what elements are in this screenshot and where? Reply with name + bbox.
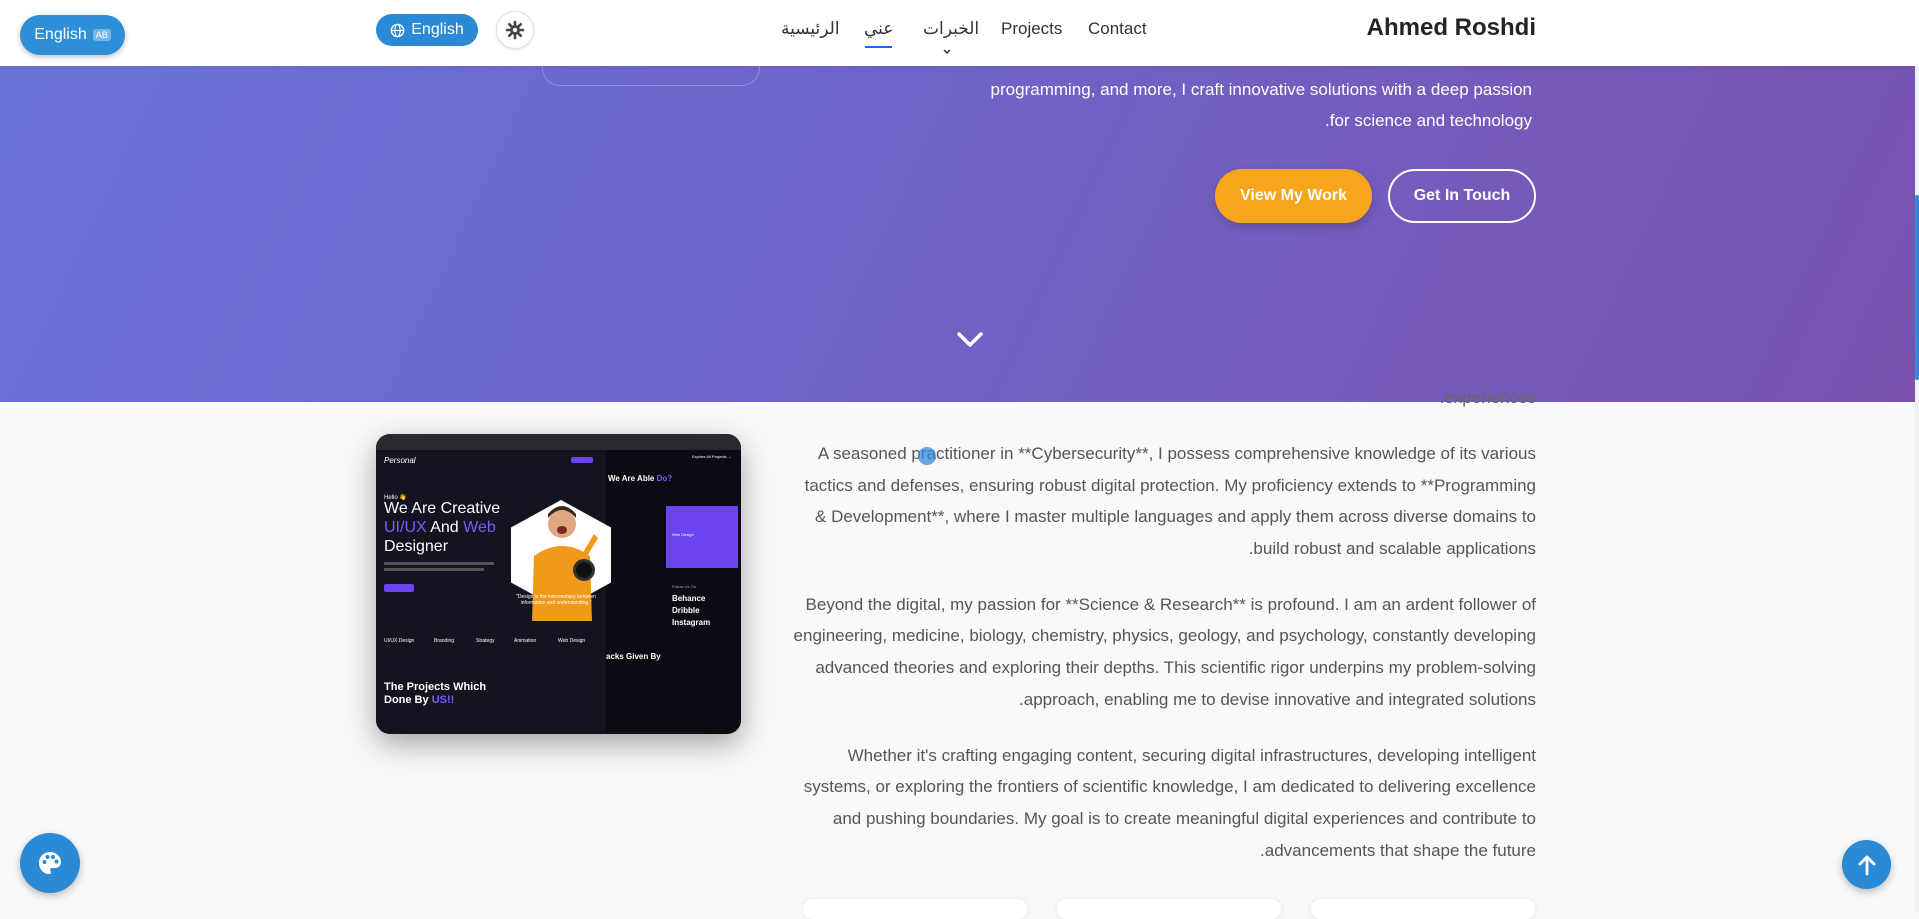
mockup-browser-bar bbox=[376, 434, 741, 450]
skill-card bbox=[1057, 899, 1281, 919]
about-paragraph-line: tactics and defenses, ensuring robust di… bbox=[804, 476, 1536, 495]
portfolio-mockup-image: Personal Hello 👋 We Are Creative UI/UX A… bbox=[376, 434, 741, 734]
view-my-work-button[interactable]: View My Work bbox=[1215, 169, 1372, 223]
mockup-side-page bbox=[606, 450, 741, 734]
about-paragraph-line: and pushing boundaries. My goal is to cr… bbox=[832, 809, 1536, 828]
mockup-social: Instagram bbox=[672, 618, 711, 627]
page-scrollbar[interactable] bbox=[1915, 0, 1919, 912]
hero-text-line: programming, and more, I craft innovativ… bbox=[990, 80, 1532, 99]
mockup-service-card bbox=[666, 506, 738, 568]
mockup-service: Branding bbox=[434, 638, 455, 644]
language-label: English bbox=[411, 21, 464, 38]
mockup-desc bbox=[384, 562, 494, 565]
mockup-projects-title: The Projects Which bbox=[384, 681, 487, 693]
translate-icon: AB bbox=[92, 29, 111, 41]
palette-icon bbox=[39, 852, 61, 874]
scrollbar-thumb[interactable] bbox=[1915, 195, 1919, 380]
about-paragraph-line: .advancements that shape the future bbox=[1260, 841, 1536, 860]
about-paragraph-line: .approach, enabling me to devise innovat… bbox=[1019, 690, 1536, 709]
skill-card bbox=[1311, 899, 1535, 919]
get-in-touch-button[interactable]: Get In Touch bbox=[1388, 169, 1536, 223]
mockup-projects-title: Done By US!! bbox=[384, 694, 455, 706]
nav-contact[interactable]: Contact bbox=[1088, 19, 1147, 39]
mockup-service: Animation bbox=[514, 638, 537, 644]
about-paragraph-line: systems, or exploring the frontiers of s… bbox=[803, 777, 1536, 796]
mockup-service: Strategy bbox=[476, 638, 495, 644]
about-paragraph-line: .build robust and scalable applications bbox=[1248, 539, 1536, 558]
floating-language-button[interactable]: English AB bbox=[20, 15, 125, 55]
mockup-follow: Follow Us On bbox=[672, 584, 697, 589]
mockup-able-title: We Are Able Do? bbox=[608, 474, 673, 483]
hero-text-line: .for science and technology bbox=[1325, 111, 1532, 130]
cut-off-text: .experiences bbox=[1439, 388, 1536, 407]
nav-experience[interactable]: الخبرات bbox=[923, 19, 979, 39]
mockup-explore: Explore All Projects → bbox=[692, 454, 732, 459]
about-paragraph-line: engineering, medicine, biology, chemistr… bbox=[793, 626, 1536, 645]
mockup-cta bbox=[384, 584, 414, 592]
arrow-up-icon bbox=[1858, 855, 1875, 875]
chevron-down-icon[interactable] bbox=[943, 48, 951, 56]
mockup-quote: "Design is the intermediary between info… bbox=[516, 594, 596, 606]
skill-card bbox=[803, 899, 1027, 919]
nav-projects[interactable]: Projects bbox=[1001, 19, 1062, 39]
theme-toggle-button[interactable] bbox=[496, 11, 534, 49]
globe-icon bbox=[390, 23, 405, 37]
gear-icon bbox=[505, 20, 525, 40]
about-paragraph-line: & Development**, where I master multiple… bbox=[815, 507, 1536, 526]
mockup-badge bbox=[573, 559, 595, 581]
about-paragraph-line: Beyond the digital, my passion for **Sci… bbox=[805, 595, 1536, 614]
mockup-nav-button bbox=[571, 457, 593, 463]
nav-about[interactable]: عني bbox=[864, 19, 893, 39]
mockup-desc bbox=[384, 568, 484, 571]
about-paragraph-line: Whether it's crafting engaging content, … bbox=[847, 746, 1536, 765]
about-paragraph-line: advanced theories and exploring their de… bbox=[815, 658, 1536, 677]
mockup-headline: Designer bbox=[384, 538, 449, 555]
mockup-feedback-title: acks Given By bbox=[606, 652, 661, 661]
mockup-social: Behance bbox=[672, 594, 706, 603]
back-to-top-button[interactable] bbox=[1842, 840, 1891, 889]
mockup-service: Web Design bbox=[558, 638, 586, 644]
top-navbar: Ahmed Roshdi Contact Projects الخبرات عن… bbox=[0, 0, 1919, 66]
brand-name[interactable]: Ahmed Roshdi bbox=[1367, 14, 1536, 42]
nav-home[interactable]: الرئيسية bbox=[781, 19, 840, 39]
color-palette-button[interactable] bbox=[20, 833, 80, 893]
mockup-headline: We Are Creative bbox=[384, 500, 501, 517]
nav-active-indicator bbox=[865, 46, 892, 48]
mouse-cursor-indicator bbox=[918, 447, 936, 465]
mockup-card-title: Web Design bbox=[672, 532, 694, 537]
floating-language-label: English bbox=[34, 26, 87, 43]
chevron-down-icon[interactable] bbox=[955, 330, 985, 350]
mockup-headline: UI/UX And Web bbox=[384, 519, 496, 536]
mockup-service: UI/UX Design bbox=[384, 638, 415, 644]
mockup-logo: Personal bbox=[384, 456, 416, 465]
mockup-social: Dribble bbox=[672, 606, 700, 615]
language-switch-button[interactable]: English bbox=[376, 14, 478, 46]
